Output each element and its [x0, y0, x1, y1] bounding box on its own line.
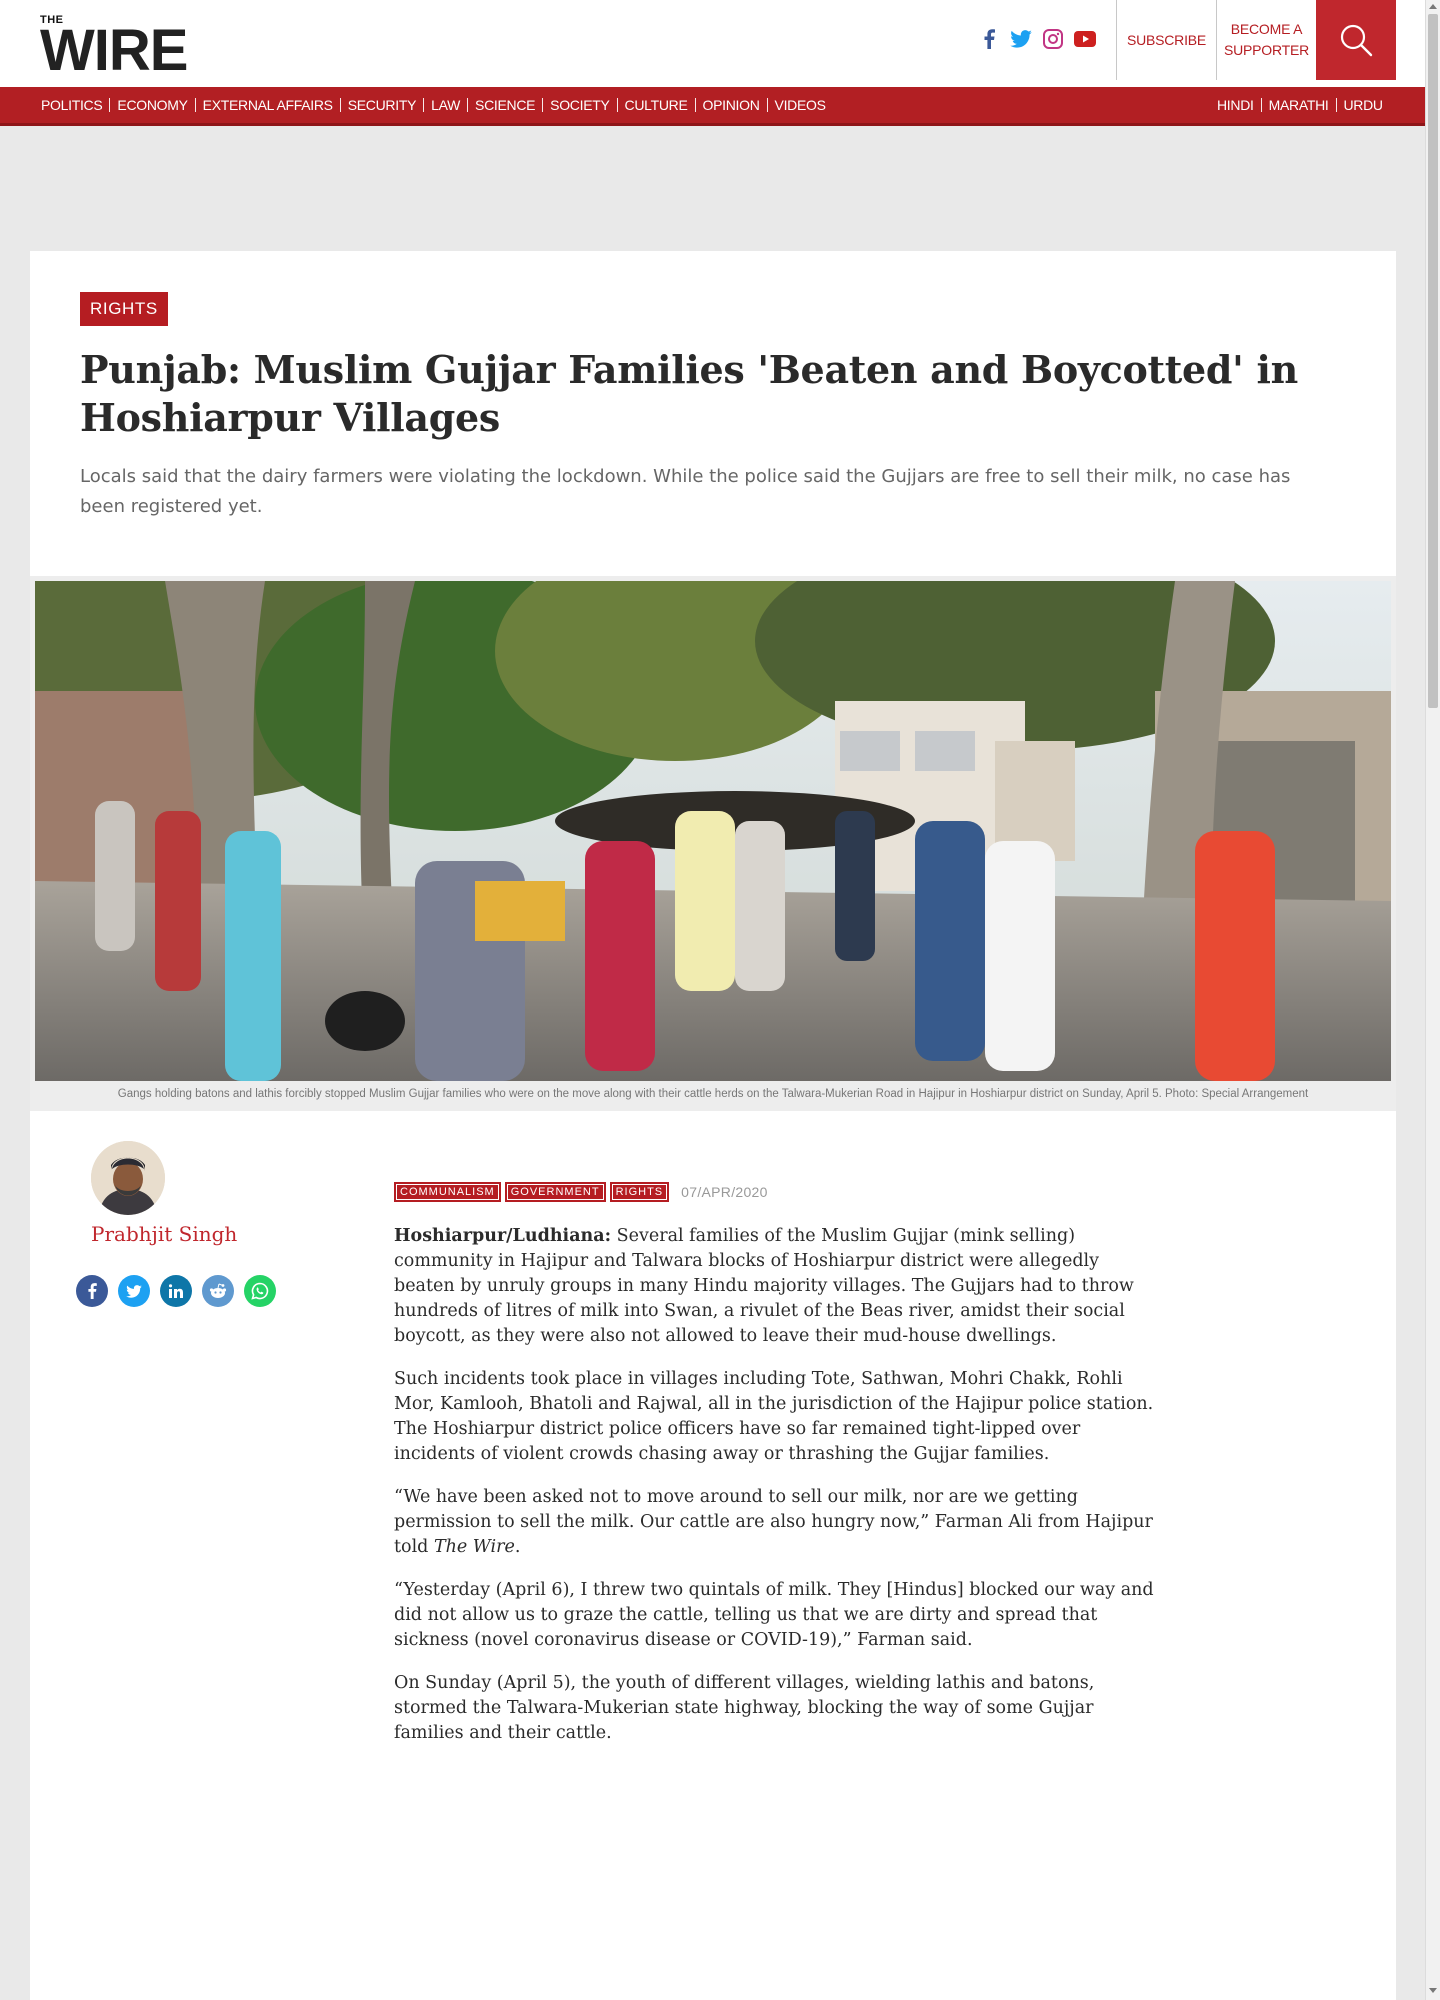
logo-wire: WIRE: [40, 18, 188, 83]
tag-rights[interactable]: RIGHTS: [609, 1182, 670, 1202]
nav-separator: [694, 98, 696, 112]
language-nav: HINDI MARATHI URDU: [1210, 87, 1390, 123]
nav-society[interactable]: SOCIETY: [543, 97, 616, 113]
scroll-up-arrow-icon[interactable]: [1429, 4, 1437, 9]
tag-government[interactable]: GOVERNMENT: [504, 1182, 606, 1202]
nav-separator: [1260, 98, 1262, 112]
paragraph: Such incidents took place in villages in…: [394, 1369, 1154, 1464]
nav-politics[interactable]: POLITICS: [34, 97, 109, 113]
subscribe-label: SUBSCRIBE: [1126, 31, 1207, 48]
share-twitter-icon[interactable]: [118, 1275, 150, 1307]
nav-separator: [766, 98, 768, 112]
nav-law[interactable]: LAW: [424, 97, 467, 113]
nav-security[interactable]: SECURITY: [341, 97, 423, 113]
share-linkedin-icon[interactable]: [160, 1275, 192, 1307]
share-facebook-icon[interactable]: [76, 1275, 108, 1307]
nav-external-affairs[interactable]: EXTERNAL AFFAIRS: [196, 97, 340, 113]
section-nav: POLITICS ECONOMY EXTERNAL AFFAIRS SECURI…: [34, 87, 833, 123]
paragraph: On Sunday (April 5), the youth of differ…: [394, 1673, 1095, 1743]
nav-separator: [467, 98, 469, 112]
social-links: [978, 28, 1096, 50]
nav-culture[interactable]: CULTURE: [618, 97, 695, 113]
nav-separator: [423, 98, 425, 112]
category-tag[interactable]: RIGHTS: [80, 292, 168, 326]
scroll-down-arrow-icon[interactable]: [1429, 1988, 1437, 1993]
scroll-thumb[interactable]: [1428, 14, 1438, 708]
publish-date: 07/APR/2020: [681, 1184, 768, 1200]
tag-communalism[interactable]: COMMUNALISM: [394, 1182, 501, 1202]
paragraph-text: .: [514, 1537, 521, 1557]
search-icon: [1340, 24, 1373, 57]
nav-opinion[interactable]: OPINION: [696, 97, 767, 113]
nav-separator: [542, 98, 544, 112]
nav-urdu[interactable]: URDU: [1337, 97, 1390, 113]
supporter-label-2: SUPPORTER: [1223, 42, 1310, 58]
nav-economy[interactable]: ECONOMY: [110, 97, 194, 113]
featured-image: [35, 581, 1391, 1081]
nav-separator: [109, 98, 111, 112]
nav-separator: [194, 98, 196, 112]
share-whatsapp-icon[interactable]: [244, 1275, 276, 1307]
main-nav: POLITICS ECONOMY EXTERNAL AFFAIRS SECURI…: [0, 87, 1425, 126]
article-body: Hoshiarpur/Ludhiana: Several families of…: [394, 1224, 1154, 1764]
nav-hindi[interactable]: HINDI: [1210, 97, 1261, 113]
supporter-label-1: BECOME A: [1230, 21, 1303, 37]
dateline: Hoshiarpur/Ludhiana:: [394, 1226, 612, 1246]
nav-science[interactable]: SCIENCE: [468, 97, 542, 113]
twitter-icon[interactable]: [1010, 28, 1032, 50]
page-scrollbar[interactable]: [1425, 0, 1440, 2000]
paragraph: Hoshiarpur/Ludhiana: Several families of…: [394, 1224, 1154, 1349]
site-logo[interactable]: THE WIRE: [40, 14, 220, 82]
subscribe-button[interactable]: SUBSCRIBE: [1117, 0, 1216, 80]
image-caption: Gangs holding batons and lathis forcibly…: [117, 1088, 1309, 1100]
youtube-icon[interactable]: [1074, 28, 1096, 50]
nav-separator: [1335, 98, 1337, 112]
author-name[interactable]: Prabhjit Singh: [91, 1222, 237, 1246]
paragraph: “Yesterday (April 6), I threw two quinta…: [394, 1580, 1154, 1650]
nav-separator: [339, 98, 341, 112]
featured-image-block: Gangs holding batons and lathis forcibly…: [30, 576, 1396, 1111]
become-supporter-button[interactable]: BECOME A SUPPORTER: [1217, 0, 1316, 80]
author-avatar[interactable]: [91, 1141, 165, 1215]
share-buttons: [76, 1275, 276, 1307]
instagram-icon[interactable]: [1042, 28, 1064, 50]
article-standfirst: Locals said that the dairy farmers were …: [80, 466, 1291, 517]
search-button[interactable]: [1316, 0, 1396, 80]
paragraph: “We have been asked not to move around t…: [394, 1485, 1154, 1560]
facebook-icon[interactable]: [978, 28, 1000, 50]
publication-name: The Wire: [433, 1537, 515, 1557]
site-header: THE WIRE SUBSCRIBE BECOME A SUPPORTER: [0, 0, 1425, 87]
nav-separator: [616, 98, 618, 112]
nav-marathi[interactable]: MARATHI: [1262, 97, 1336, 113]
article-headline: Punjab: Muslim Gujjar Families 'Beaten a…: [80, 347, 1298, 440]
article-tags: COMMUNALISM GOVERNMENT RIGHTS 07/APR/202…: [394, 1182, 768, 1202]
nav-videos[interactable]: VIDEOS: [768, 97, 833, 113]
share-reddit-icon[interactable]: [202, 1275, 234, 1307]
